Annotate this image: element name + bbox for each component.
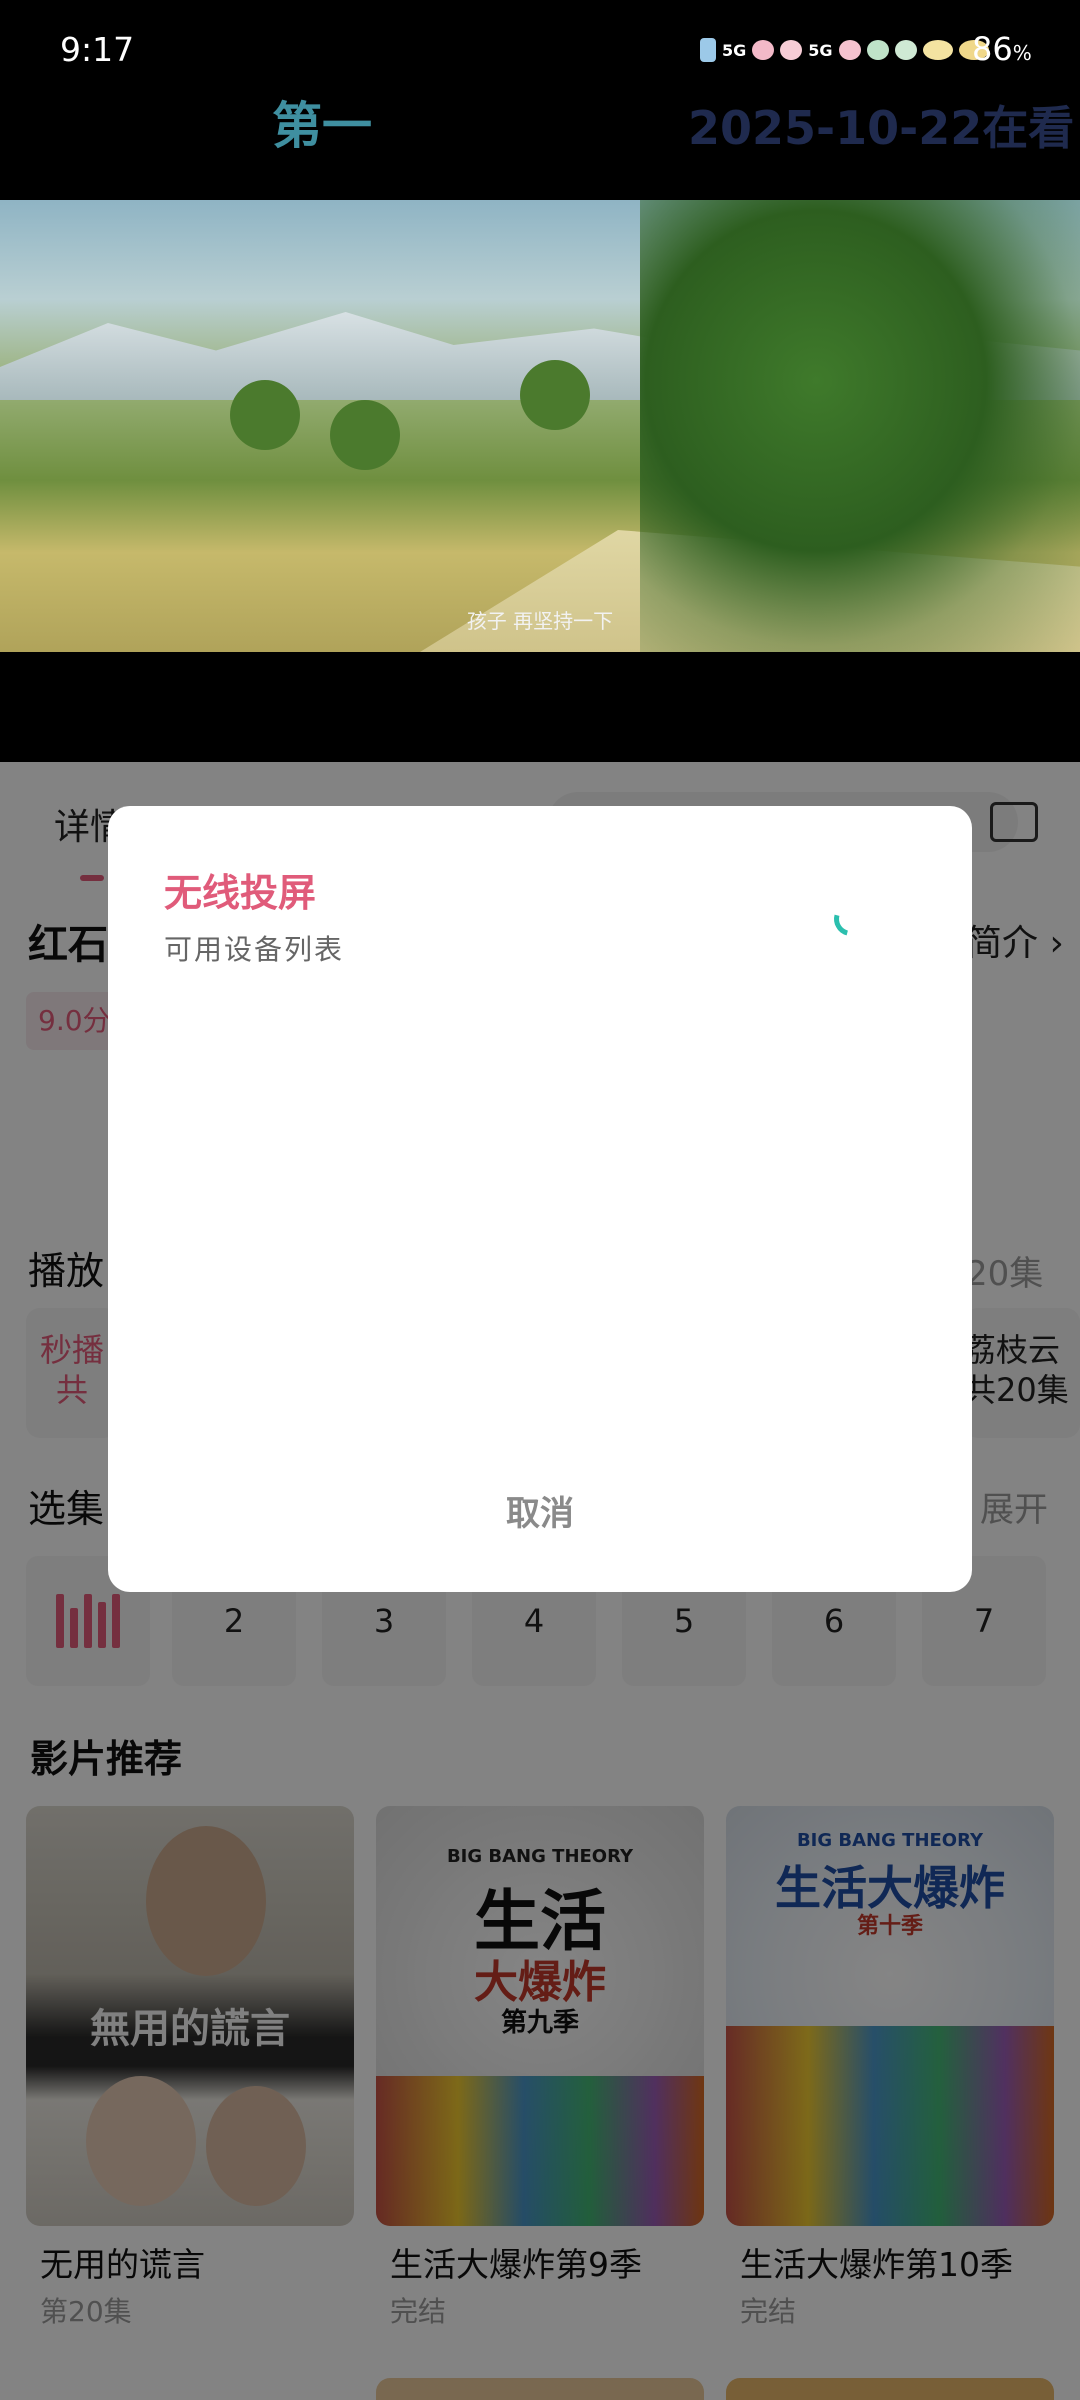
loading-spinner-icon [827,895,875,943]
dialog-title: 无线投屏 [164,871,317,915]
heart-icon [894,40,917,60]
video-scene-tree [520,360,590,430]
heart-icon [780,40,803,60]
heart-icon [922,40,953,60]
heart-icon [752,40,775,60]
battery-unit: % [1012,41,1032,65]
cast-dialog: 无线投屏 可用设备列表 取消 [108,806,972,1592]
status-time: 9:17 [60,30,135,69]
video-scene-trees [640,200,1080,652]
heart-icon [866,40,889,60]
signal-2-label: 5G [808,40,833,60]
dialog-subtitle: 可用设备列表 [164,933,345,966]
video-subtitle: 孩子 再坚持一下 [466,609,614,633]
status-bar: 9:17 5G 5G 86% [0,0,1080,96]
status-icons: 5G 5G [700,32,989,68]
battery-level: 86% [972,30,1032,68]
app-notification-icon [700,38,716,62]
video-scene-tree [230,380,300,450]
video-watch-date: 2025-10-22在看 [688,101,1075,155]
signal-1-label: 5G [722,40,747,60]
cancel-button[interactable]: 取消 [108,1486,972,1535]
video-title: 第一 [272,97,372,155]
app-root: 9:17 5G 5G 86% 第一 2025-10-22在看 孩子 再坚持一下 … [0,0,1080,2400]
heart-icon [838,40,861,60]
video-player[interactable]: 孩子 再坚持一下 [0,200,1080,652]
video-scene-tree [330,400,400,470]
battery-value: 86 [972,30,1013,68]
